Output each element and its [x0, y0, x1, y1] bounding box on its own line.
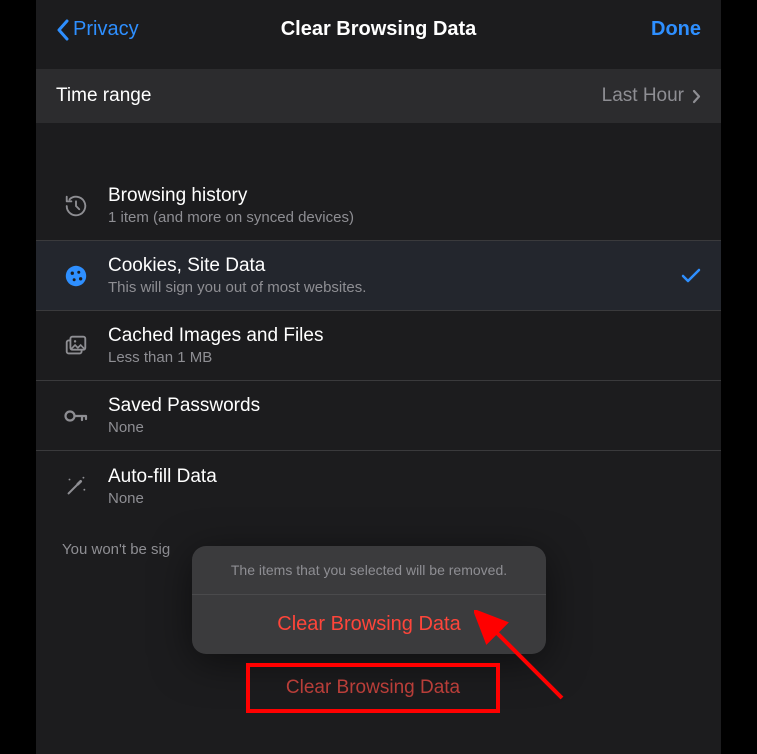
key-icon: [62, 402, 90, 430]
checkmark-icon: [681, 268, 701, 284]
time-range-value-group: Last Hour: [602, 85, 701, 107]
option-title: Cookies, Site Data: [108, 255, 663, 277]
action-sheet-clear-button[interactable]: Clear Browsing Data: [192, 595, 546, 654]
option-subtitle: None: [108, 419, 701, 436]
chevron-left-icon: [56, 19, 69, 41]
time-range-label: Time range: [56, 85, 151, 107]
option-title: Cached Images and Files: [108, 325, 701, 347]
options-list: Browsing history 1 item (and more on syn…: [36, 171, 721, 521]
option-subtitle: None: [108, 490, 701, 507]
action-sheet-message: The items that you selected will be remo…: [192, 546, 546, 595]
option-title: Auto-fill Data: [108, 466, 701, 488]
option-title: Browsing history: [108, 185, 701, 207]
option-cookies[interactable]: Cookies, Site Data This will sign you ou…: [36, 241, 721, 311]
bottom-button-highlight: Clear Browsing Data: [246, 663, 500, 713]
option-browsing-history[interactable]: Browsing history 1 item (and more on syn…: [36, 171, 721, 241]
back-button[interactable]: Privacy: [56, 18, 139, 41]
option-cached[interactable]: Cached Images and Files Less than 1 MB: [36, 311, 721, 381]
option-passwords[interactable]: Saved Passwords None: [36, 381, 721, 451]
option-subtitle: Less than 1 MB: [108, 349, 701, 366]
wand-icon: [62, 472, 90, 500]
option-autofill[interactable]: Auto-fill Data None: [36, 451, 721, 521]
back-label: Privacy: [73, 18, 139, 41]
page-title: Clear Browsing Data: [281, 18, 477, 41]
time-range-row[interactable]: Time range Last Hour: [36, 69, 721, 123]
images-icon: [62, 332, 90, 360]
clear-browsing-data-button[interactable]: Clear Browsing Data: [286, 677, 460, 699]
cookie-icon: [62, 262, 90, 290]
option-subtitle: 1 item (and more on synced devices): [108, 209, 701, 226]
option-subtitle: This will sign you out of most websites.: [108, 279, 663, 296]
chevron-right-icon: [692, 89, 701, 104]
done-button[interactable]: Done: [651, 18, 701, 41]
option-title: Saved Passwords: [108, 395, 701, 417]
time-range-value: Last Hour: [602, 85, 684, 107]
action-sheet: The items that you selected will be remo…: [192, 546, 546, 654]
header: Privacy Clear Browsing Data Done: [36, 0, 721, 69]
history-icon: [62, 192, 90, 220]
